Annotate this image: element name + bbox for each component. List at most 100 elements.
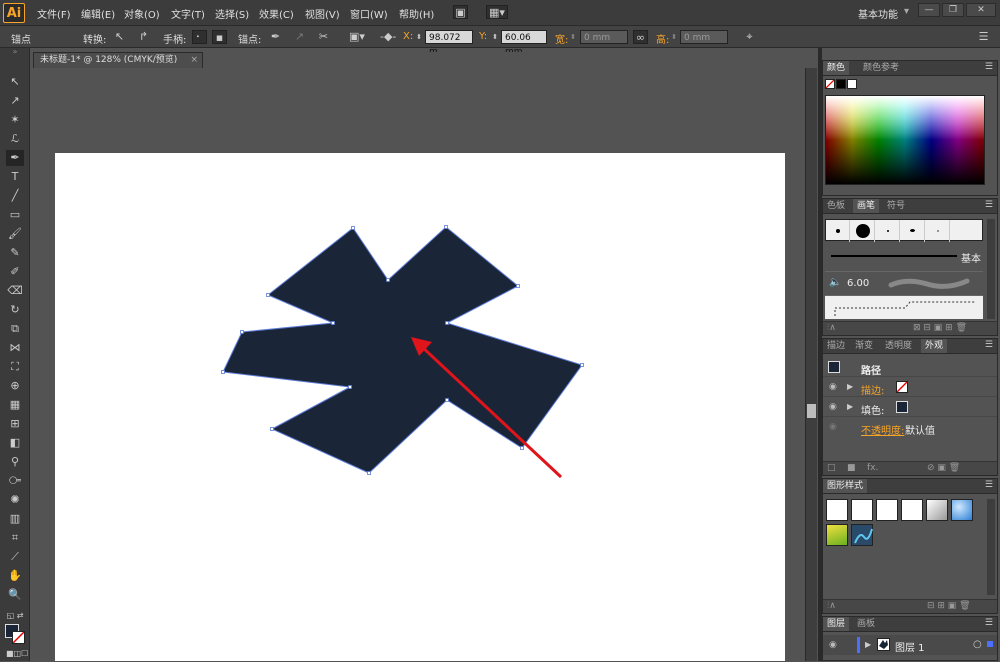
eye-icon[interactable]: ◉ [829,422,837,432]
anchor-point[interactable] [516,284,520,288]
brush-dots-row [825,219,983,242]
pattern-brush-preview [834,301,975,316]
stroke-swatch[interactable] [896,381,908,393]
layers-panel: 图层 画板 ☰ ◉ ▶ 图层 1 ○ [822,616,998,661]
graphic-style-white[interactable] [876,499,898,521]
tab-gradient[interactable]: 渐变 [851,339,877,353]
anchor-point[interactable] [331,321,335,325]
anchor-point[interactable] [266,293,270,297]
layer-target-icon[interactable]: ○ [973,639,982,650]
graphic-styles-library-icon[interactable]: ⫶∧ [827,600,836,612]
tab-transparency[interactable]: 透明度 [881,339,916,353]
eye-icon[interactable]: ◉ [829,640,837,650]
graphic-styles-scrollbar[interactable] [987,499,995,595]
brush-size-value: 6.00 [847,278,870,289]
appearance-panel-footer: □ ■ fx. ⊘ ▣ 🗑 [823,461,997,475]
layer-thumbnail-shape [879,640,888,649]
speaker-icon: 🔈 [829,277,842,288]
stroke-label[interactable]: 描边: [861,382,884,397]
add-fill-icon[interactable]: ■ [847,462,856,474]
brush-cell[interactable] [926,220,950,242]
layer-row[interactable]: ◉ ▶ 图层 1 ○ [823,635,997,655]
opacity-value: 默认值 [905,426,935,437]
brush-library-icon[interactable]: ⫶∧ [827,322,836,334]
graphic-style-default[interactable] [826,499,848,521]
appearance-stroke-row[interactable]: ◉ ▶ 描边: [823,378,997,397]
layer-selection-indicator[interactable] [987,641,993,647]
none-swatch[interactable] [825,79,835,89]
anchor-point[interactable] [270,427,274,431]
appearance-panel-header: 描边 渐变 透明度 外观 ☰ [823,339,997,354]
anchor-point[interactable] [580,363,584,367]
black-swatch[interactable] [836,79,846,89]
tab-appearance[interactable]: 外观 [921,339,948,353]
anchor-point[interactable] [444,225,448,229]
tab-layers[interactable]: 图层 [823,617,850,631]
brush-cell[interactable] [826,220,850,242]
color-panel: 颜色 颜色参考 ☰ [822,60,998,196]
eye-icon[interactable]: ◉ [829,382,837,392]
anchor-point[interactable] [520,446,524,450]
tab-stroke[interactable]: 描边 [823,339,849,353]
anchor-point[interactable] [240,330,244,334]
white-swatch[interactable] [847,79,857,89]
appearance-panel-menu-icon[interactable]: ☰ [985,340,993,350]
layers-panel-menu-icon[interactable]: ☰ [985,618,993,628]
anchor-point[interactable] [221,370,225,374]
graphic-style-blue-texture[interactable] [851,524,873,546]
graphic-style-green-pattern[interactable] [826,524,848,546]
brush-cell[interactable] [851,220,875,242]
graphic-style-gray-gradient[interactable] [926,499,948,521]
graphic-style-blue-bevel[interactable] [951,499,973,521]
color-panel-menu-icon[interactable]: ☰ [985,62,993,72]
brush-panel-menu-icon[interactable]: ☰ [985,200,993,210]
expand-triangle-icon[interactable]: ▶ [847,402,853,411]
expand-triangle-icon[interactable]: ▶ [847,382,853,391]
graphic-styles-panel: 图形样式 ☰ ⫶∧ ⊟ ⊞ ▣ 🗑 [822,478,998,614]
anchor-point[interactable] [445,398,449,402]
brush-panel: 色板 画笔 符号 ☰ 基本 🔈 6.00 ⫶∧ ⊠ ⊟ ▣ ⊞ 🗑 [822,198,998,336]
layers-panel-header: 图层 画板 ☰ [823,617,997,632]
tab-swatches[interactable]: 色板 [823,199,849,213]
graphic-style-none[interactable] [851,499,873,521]
brush-cell[interactable] [876,220,900,242]
tab-artboards[interactable]: 画板 [853,617,879,631]
brush-scrollbar[interactable] [987,219,995,319]
fill-swatch[interactable] [896,401,908,413]
star-shape-path[interactable] [222,226,583,474]
anchor-point[interactable] [348,385,352,389]
graphic-styles-footer-icons[interactable]: ⊟ ⊞ ▣ 🗑 [927,600,971,612]
appearance-footer-icons[interactable]: ⊘ ▣ 🗑 [927,462,960,474]
pattern-brush-row[interactable] [825,295,983,319]
calligraphic-brush-row[interactable]: 🔈 6.00 [825,271,983,293]
color-spectrum[interactable] [825,95,985,185]
graphic-styles-menu-icon[interactable]: ☰ [985,480,993,490]
tab-graphic-styles[interactable]: 图形样式 [823,479,868,493]
vertical-scrollbar[interactable] [805,68,817,661]
brush-footer-icons[interactable]: ⊠ ⊟ ▣ ⊞ 🗑 [913,322,967,334]
appearance-fill-row[interactable]: ◉ ▶ 填色: [823,398,997,417]
anchor-point[interactable] [445,321,449,325]
layer-name[interactable]: 图层 1 [895,639,925,654]
anchor-point[interactable] [367,471,371,475]
appearance-panel: 描边 渐变 透明度 外观 ☰ 路径 ◉ ▶ 描边: ◉ ▶ 填色: ◉ 不透明度… [822,338,998,476]
brush-cell[interactable] [901,220,925,242]
tab-color-guide[interactable]: 颜色参考 [859,61,903,75]
path-thumbnail [828,361,840,373]
fx-icon[interactable]: fx. [867,462,878,474]
vertical-scroll-thumb[interactable] [807,404,816,418]
expand-triangle-icon[interactable]: ▶ [865,640,871,649]
add-stroke-icon[interactable]: □ [827,462,836,474]
brush-panel-footer: ⫶∧ ⊠ ⊟ ▣ ⊞ 🗑 [823,321,997,335]
eye-icon[interactable]: ◉ [829,402,837,412]
tab-symbols[interactable]: 符号 [883,199,909,213]
appearance-opacity-row[interactable]: ◉ 不透明度: 默认值 [823,418,997,437]
opacity-label[interactable]: 不透明度: [861,422,904,437]
tab-brushes[interactable]: 画笔 [853,199,880,213]
anchor-point[interactable] [386,278,390,282]
anchor-point[interactable] [351,226,355,230]
basic-brush-row[interactable]: 基本 [825,245,983,267]
tab-color[interactable]: 颜色 [823,61,850,75]
graphic-style-none-2[interactable] [901,499,923,521]
appearance-path-row[interactable]: 路径 [823,358,997,377]
